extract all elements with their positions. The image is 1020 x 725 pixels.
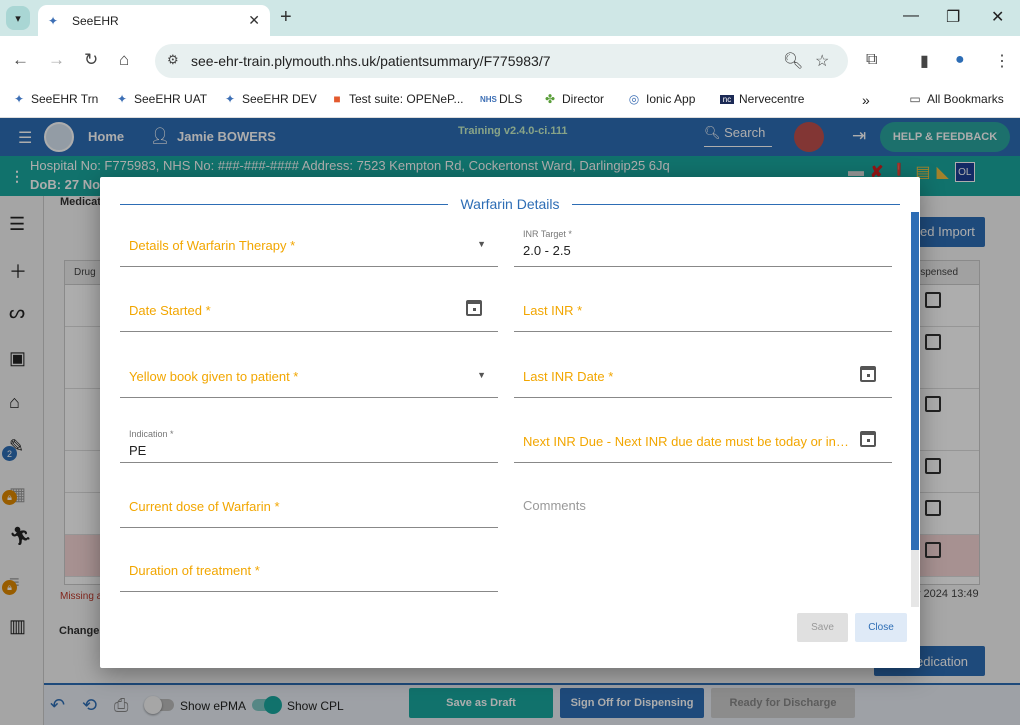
dialog-scrollbar[interactable] [911, 212, 919, 607]
site-info-icon[interactable]: ⚙ [167, 52, 179, 68]
bookmarks-bar: ✦ SeeEHR Trn ✦ SeeEHR UAT ✦ SeeEHR DEV ■ Tes… [0, 86, 1020, 118]
seeehr-icon: ✦ [13, 92, 25, 106]
home-icon[interactable]: ⌂ [119, 50, 129, 70]
date-started-field[interactable]: Date Started * [120, 294, 498, 332]
dropdown-arrow-icon: ▼ [477, 370, 486, 380]
all-bookmarks[interactable]: ▭ All Bookmarks [908, 92, 1003, 106]
warfarin-therapy-select[interactable]: Details of Warfarin Therapy * ▼ [120, 229, 498, 267]
bookmark-director[interactable]: ✤ Director [543, 92, 604, 106]
back-icon[interactable]: ← [12, 50, 29, 70]
extensions-icon[interactable]: ⧉ [866, 51, 877, 69]
restore-icon[interactable]: ❐ [946, 7, 960, 27]
close-button[interactable]: Close [855, 613, 907, 642]
duration-of-treatment-field[interactable]: Duration of treatment * [120, 554, 498, 592]
calendar-icon[interactable] [860, 431, 876, 447]
zoom-icon[interactable]: 🔍︎ [783, 51, 803, 71]
warfarin-details-dialog: Warfarin Details Details of Warfarin The… [100, 177, 920, 668]
bookmark-dls[interactable]: NHS DLS [480, 92, 522, 106]
seeehr-icon: ✦ [116, 92, 128, 106]
reload-icon[interactable]: ↻ [84, 50, 98, 70]
bookmark-seeehr-uat[interactable]: ✦ SeeEHR UAT [115, 92, 207, 106]
inr-target-field[interactable]: INR Target * 2.0 - 2.5 [514, 229, 892, 267]
seeehr-icon: ✦ [224, 92, 236, 106]
calendar-icon[interactable] [860, 366, 876, 382]
folder-icon: ▭ [909, 92, 921, 106]
profile-icon[interactable]: ● [955, 51, 965, 69]
save-button[interactable]: Save [797, 613, 848, 642]
calendar-icon[interactable] [466, 300, 482, 316]
last-inr-date-field[interactable]: Last INR Date * [514, 360, 892, 398]
browser-tab-strip: ▾ ✦ SeeEHR ✕ + — ❐ ✕ [0, 0, 1020, 36]
last-inr-field[interactable]: Last INR * [514, 294, 892, 332]
scrollbar-thumb[interactable] [911, 212, 919, 550]
indication-field[interactable]: Indication * PE [120, 425, 498, 463]
more-bookmarks[interactable]: » [862, 92, 870, 108]
new-tab-icon[interactable]: + [280, 6, 292, 29]
minimize-icon[interactable]: — [903, 7, 919, 25]
dialog-title: Warfarin Details [460, 196, 560, 212]
tab-title: SeeEHR [72, 13, 119, 28]
dropdown-arrow-icon: ▼ [477, 239, 486, 249]
windows-logo-icon: ■ [333, 92, 341, 106]
ionic-icon: ◎ [628, 92, 640, 106]
bookmark-nervecentre[interactable]: nc Nervecentre [720, 92, 804, 106]
menu-kebab-icon[interactable]: ⋮ [994, 51, 1010, 71]
seeehr-favicon-icon: ✦ [48, 13, 59, 28]
tab-search-icon[interactable]: ▾ [6, 6, 30, 30]
nhs-logo-icon: NHS [480, 94, 497, 104]
bookmark-ionic-app[interactable]: ◎ Ionic App [627, 92, 696, 106]
bookmark-test-suite[interactable]: ■ Test suite: OPENeP... [330, 92, 463, 106]
side-panel-icon[interactable]: ▮ [920, 51, 929, 71]
nervecentre-icon: nc [720, 94, 734, 104]
bookmark-seeehr-dev[interactable]: ✦ SeeEHR DEV [223, 92, 317, 106]
address-bar[interactable]: ⚙ see-ehr-train.plymouth.nhs.uk/patients… [155, 44, 848, 78]
director-icon: ✤ [544, 92, 556, 106]
url-text: see-ehr-train.plymouth.nhs.uk/patientsum… [191, 53, 551, 69]
yellow-book-select[interactable]: Yellow book given to patient * ▼ [120, 360, 498, 398]
bookmark-seeehr-trn[interactable]: ✦ SeeEHR Trn [12, 92, 98, 106]
forward-icon[interactable]: → [48, 50, 65, 70]
current-dose-field[interactable]: Current dose of Warfarin * [120, 490, 498, 528]
browser-toolbar: ← → ↻ ⌂ ⚙ see-ehr-train.plymouth.nhs.uk/… [0, 36, 1020, 86]
comments-textarea[interactable]: Comments [514, 489, 892, 589]
close-window-icon[interactable]: ✕ [991, 7, 1004, 27]
next-inr-due-field[interactable]: Next INR Due - Next INR due date must be… [514, 425, 892, 463]
bookmark-star-icon[interactable]: ☆ [815, 51, 829, 71]
browser-tab[interactable]: ✦ SeeEHR ✕ [38, 5, 270, 36]
close-tab-icon[interactable]: ✕ [248, 12, 260, 29]
